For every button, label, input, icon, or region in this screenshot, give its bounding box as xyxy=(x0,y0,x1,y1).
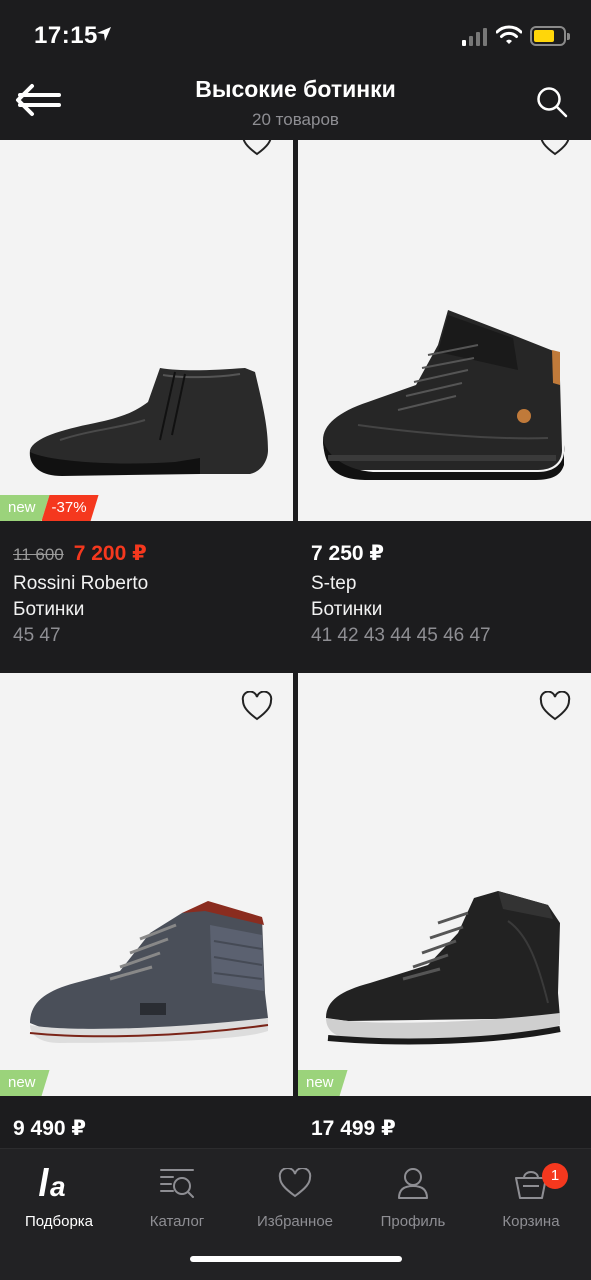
tab-label: Избранное xyxy=(256,1213,334,1230)
favorite-button[interactable] xyxy=(239,689,275,723)
product-image: new xyxy=(0,673,293,1096)
product-sizes: 41 42 43 44 45 46 47 xyxy=(311,625,491,646)
status-bar: 17:15 xyxy=(0,0,591,70)
tab-catalog[interactable]: Каталог xyxy=(118,1159,236,1230)
favorite-button[interactable] xyxy=(239,140,275,158)
heart-icon xyxy=(539,691,571,721)
product-category: Ботинки xyxy=(13,599,85,620)
product-info: 17 499 ₽ xyxy=(298,1096,591,1148)
product-image: new xyxy=(298,673,591,1096)
heart-icon xyxy=(278,1168,312,1198)
product-card[interactable]: new 9 490 ₽ xyxy=(0,673,293,1148)
price: 7 250 ₽ xyxy=(311,542,384,565)
battery-icon xyxy=(530,26,570,46)
page-title: Высокие ботинки xyxy=(195,76,396,102)
cart-count-badge: 1 xyxy=(542,1163,568,1189)
status-time: 17:15 xyxy=(34,22,98,49)
product-info: 7 250 ₽ S-tep Ботинки 41 42 43 44 45 46 … xyxy=(298,521,591,672)
location-arrow-icon xyxy=(97,27,111,41)
profile-icon xyxy=(398,1168,428,1199)
svg-text:a: a xyxy=(50,1171,66,1200)
tab-favorites[interactable]: Избранное xyxy=(236,1159,354,1230)
product-sizes: 45 47 xyxy=(13,625,61,646)
discount-badge: -37% xyxy=(42,495,99,521)
tab-label: Подборка xyxy=(24,1213,94,1230)
heart-icon xyxy=(241,691,273,721)
favorite-button[interactable] xyxy=(537,689,573,723)
new-badge: new xyxy=(0,495,50,521)
badge-group: new xyxy=(298,1070,348,1096)
heart-icon xyxy=(540,140,570,156)
tab-label: Каталог xyxy=(149,1213,205,1230)
heart-icon xyxy=(242,140,272,156)
price-row: 7 250 ₽ xyxy=(311,521,591,571)
home-indicator xyxy=(190,1256,402,1262)
search-button[interactable] xyxy=(530,82,574,122)
tab-podborka[interactable]: a Подборка xyxy=(0,1159,118,1230)
wifi-icon xyxy=(496,25,522,44)
search-icon xyxy=(537,87,568,118)
product-info: 11 600 7 200 ₽ Rossini Roberto Ботинки 4… xyxy=(0,521,293,672)
product-card[interactable]: new -37% 11 600 7 200 ₽ Rossini Roberto … xyxy=(0,140,293,672)
price-row: 17 499 ₽ xyxy=(311,1096,591,1146)
price-row: 9 490 ₽ xyxy=(13,1096,293,1146)
product-category: Ботинки xyxy=(311,599,383,620)
product-brand: S-tep xyxy=(311,573,357,594)
tab-label: Профиль xyxy=(380,1213,446,1230)
product-info: 9 490 ₽ xyxy=(0,1096,293,1148)
dress-boot-image xyxy=(29,368,268,476)
leather-hiking-boot-image xyxy=(326,891,561,1045)
product-image: new -37% xyxy=(0,140,293,521)
product-image xyxy=(298,140,591,521)
sneaker-boot-image xyxy=(29,901,269,1043)
badge-group: new xyxy=(0,1070,50,1096)
sale-price: 7 200 ₽ xyxy=(73,542,147,565)
items-count: 20 товаров xyxy=(252,110,339,129)
new-badge: new xyxy=(298,1070,348,1096)
product-card[interactable]: 7 250 ₽ S-tep Ботинки 41 42 43 44 45 46 … xyxy=(298,140,591,672)
catalog-icon xyxy=(160,1169,194,1198)
badge-group: new -37% xyxy=(0,495,99,521)
header: Высокие ботинки 20 товаров xyxy=(0,70,591,140)
new-badge: new xyxy=(0,1070,50,1096)
product-card[interactable]: new 17 499 ₽ xyxy=(298,673,591,1148)
cellular-signal-icon xyxy=(462,28,487,46)
price-row: 11 600 7 200 ₽ xyxy=(13,521,293,571)
tab-label: Корзина xyxy=(502,1213,560,1230)
price: 17 499 ₽ xyxy=(311,1117,396,1140)
tab-cart[interactable]: 1 Корзина xyxy=(472,1159,590,1230)
tab-profile[interactable]: Профиль xyxy=(354,1159,472,1230)
price: 9 490 ₽ xyxy=(13,1117,86,1140)
la-logo-icon: a xyxy=(39,1168,66,1200)
old-price: 11 600 xyxy=(13,545,64,564)
favorite-button[interactable] xyxy=(537,140,573,158)
product-brand: Rossini Roberto xyxy=(13,573,149,594)
product-grid: new -37% 11 600 7 200 ₽ Rossini Roberto … xyxy=(0,140,591,1148)
hiking-boot-image xyxy=(323,310,565,480)
